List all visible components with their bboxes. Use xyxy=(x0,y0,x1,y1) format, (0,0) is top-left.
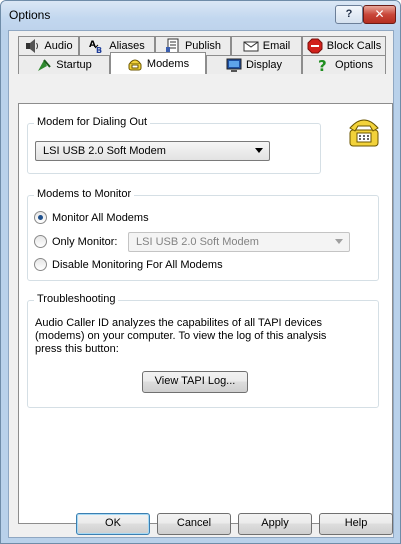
only-monitor-label: Only Monitor: xyxy=(52,235,118,248)
troubleshooting-title: Troubleshooting xyxy=(34,293,119,305)
modems-to-monitor-title: Modems to Monitor xyxy=(34,188,135,200)
tab-audio[interactable]: Audio xyxy=(18,36,79,55)
only-monitor-select: LSI USB 2.0 Soft Modem xyxy=(128,232,350,252)
modem-dialing-group: Modem for Dialing Out LSI USB 2.0 Soft M… xyxy=(27,116,321,174)
tab-audio-label: Audio xyxy=(44,40,73,52)
chevron-down-icon xyxy=(335,239,343,244)
help-title-button[interactable]: ? xyxy=(335,5,363,24)
modems-tab-page: Modem for Dialing Out LSI USB 2.0 Soft M… xyxy=(18,103,393,524)
email-icon xyxy=(243,41,259,52)
tab-publish-label: Publish xyxy=(184,40,222,52)
speaker-icon xyxy=(26,39,39,53)
tab-block-calls[interactable]: Block Calls xyxy=(302,36,386,55)
tab-startup[interactable]: Startup xyxy=(18,55,110,74)
ok-button[interactable]: OK xyxy=(76,513,150,535)
window-title: Options xyxy=(9,8,51,22)
close-button[interactable]: ✕ xyxy=(363,5,396,24)
monitor-all-label: Monitor All Modems xyxy=(52,211,149,224)
svg-text:?: ? xyxy=(318,57,327,73)
tab-display-label: Display xyxy=(245,59,283,71)
aliases-icon: A B xyxy=(89,40,102,54)
cancel-button[interactable]: Cancel xyxy=(157,513,231,535)
tab-modems[interactable]: Modems xyxy=(110,52,206,74)
tab-display[interactable]: Display xyxy=(206,55,302,74)
telephone-icon xyxy=(349,119,379,147)
tab-email-label: Email xyxy=(262,40,291,52)
disable-monitoring-radio[interactable]: Disable Monitoring For All Modems xyxy=(34,258,223,271)
radio-button-checked[interactable] xyxy=(34,211,47,224)
client-area: Audio A B Aliases Publish Email Block Ca… xyxy=(8,30,394,538)
dialing-modem-value: LSI USB 2.0 Soft Modem xyxy=(43,145,166,157)
monitor-icon xyxy=(226,58,242,72)
troubleshooting-group: Troubleshooting Audio Caller ID analyzes… xyxy=(27,293,379,408)
title-bar[interactable]: Options ? ✕ xyxy=(1,1,400,30)
tab-email[interactable]: Email xyxy=(231,36,302,55)
startup-icon xyxy=(38,59,52,71)
modem-icon xyxy=(128,59,142,70)
dialing-modem-select[interactable]: LSI USB 2.0 Soft Modem xyxy=(35,141,270,161)
only-monitor-value: LSI USB 2.0 Soft Modem xyxy=(136,236,259,248)
modem-dialing-title: Modem for Dialing Out xyxy=(34,116,151,128)
tab-aliases-label: Aliases xyxy=(109,40,145,52)
tab-modems-label: Modems xyxy=(146,57,190,70)
help-button[interactable]: Help xyxy=(319,513,393,535)
tab-startup-label: Startup xyxy=(56,59,92,71)
chevron-down-icon xyxy=(255,148,263,153)
troubleshooting-line-3: press this button: xyxy=(35,343,119,355)
radio-button[interactable] xyxy=(34,258,47,271)
svg-text:B: B xyxy=(96,46,102,54)
tab-options[interactable]: ? Options xyxy=(302,55,386,74)
view-tapi-log-button[interactable]: View TAPI Log... xyxy=(142,371,248,393)
troubleshooting-line-1: Audio Caller ID analyzes the capabilites… xyxy=(35,317,322,329)
question-icon: ? xyxy=(318,57,327,73)
disable-monitoring-label: Disable Monitoring For All Modems xyxy=(52,258,223,271)
troubleshooting-line-2: (modems) on your computer. To view the l… xyxy=(35,330,327,342)
tab-block-calls-label: Block Calls xyxy=(326,40,382,52)
tab-options-label: Options xyxy=(335,59,373,71)
only-monitor-radio[interactable]: Only Monitor: xyxy=(34,235,117,248)
radio-button[interactable] xyxy=(34,235,47,248)
apply-button[interactable]: Apply xyxy=(238,513,312,535)
svg-text:A: A xyxy=(89,40,96,50)
stop-sign-icon xyxy=(307,38,323,54)
options-dialog: Options ? ✕ Audio A B Aliases Publish Em… xyxy=(0,0,401,544)
monitor-all-radio[interactable]: Monitor All Modems xyxy=(34,211,149,224)
modems-to-monitor-group: Modems to Monitor Monitor All Modems Onl… xyxy=(27,188,379,281)
